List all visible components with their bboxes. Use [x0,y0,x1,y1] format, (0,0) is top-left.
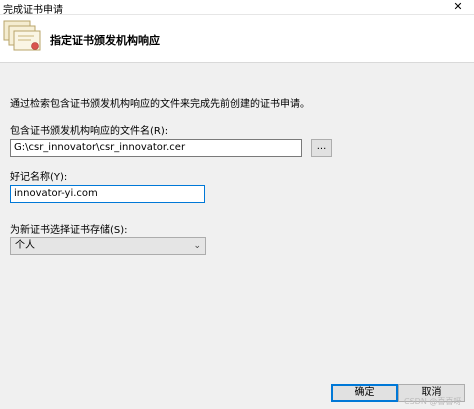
certificate-icon [3,20,41,51]
window-title: 完成证书申请 [3,5,63,16]
close-button[interactable]: ✕ [444,0,472,14]
description-text: 通过检索包含证书颁发机构响应的文件来完成先前创建的证书申请。 [10,99,310,110]
cert-store-label: 为新证书选择证书存储(S): [10,225,128,236]
title-bar: 完成证书申请 ✕ [0,0,474,16]
file-name-label: 包含证书颁发机构响应的文件名(R): [10,126,169,137]
cert-store-value: 个人 [15,240,35,251]
cert-store-select[interactable]: 个人 ⌄ [10,237,206,255]
watermark: CSDN @喜喜呀 [404,397,462,406]
wizard-header: 指定证书颁发机构响应 [0,15,474,63]
ok-button[interactable]: 确定 [331,384,398,402]
browse-button[interactable]: ... [311,139,332,157]
file-name-input[interactable]: G:\csr_innovator\csr_innovator.cer [10,139,302,157]
friendly-name-label: 好记名称(Y): [10,172,68,183]
chevron-down-icon: ⌄ [193,241,201,251]
friendly-name-input[interactable]: innovator-yi.com [10,185,205,203]
page-title: 指定证书颁发机构响应 [50,34,160,47]
